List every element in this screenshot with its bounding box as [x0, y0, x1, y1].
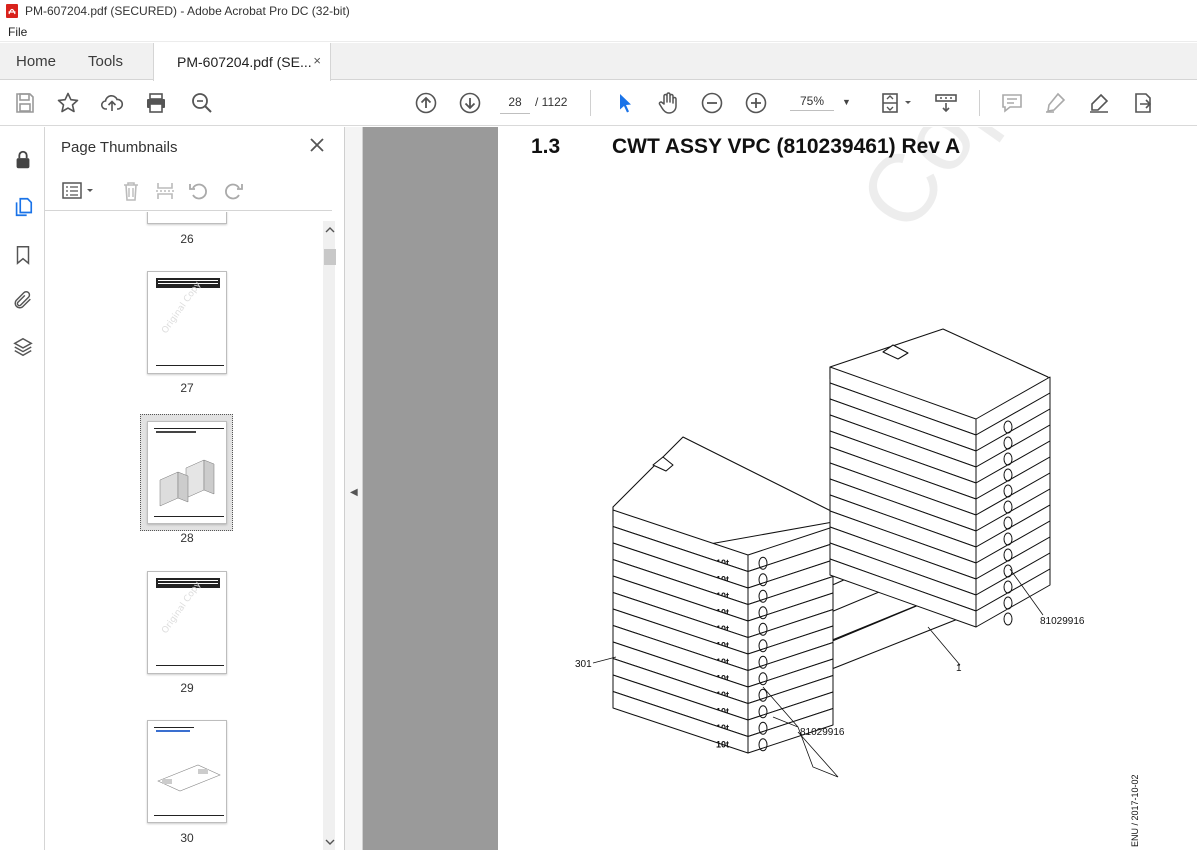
panel-toolbar [45, 171, 332, 211]
tab-bar: Home Tools PM-607204.pdf (SE... × [0, 43, 1197, 81]
zoom-in-icon[interactable] [743, 90, 769, 116]
export-icon[interactable] [1130, 90, 1156, 116]
zoom-out-icon[interactable] [699, 90, 725, 116]
highlight-icon[interactable] [1042, 90, 1068, 116]
layers-icon[interactable] [10, 334, 36, 360]
upload-icon[interactable] [99, 90, 125, 116]
star-icon[interactable] [55, 90, 81, 116]
collapse-left-icon: ◀ [350, 487, 358, 498]
comment-icon[interactable] [999, 90, 1025, 116]
pdf-page: 1.3 CWT ASSY VPC (810239461) Rev A Copy [498, 127, 1197, 850]
menu-bar: File [0, 22, 1197, 42]
bookmark-icon[interactable] [10, 242, 36, 268]
document-footer-code: ENU / 2017-10-02 [1130, 774, 1140, 847]
tab-document[interactable]: PM-607204.pdf (SE... × [153, 43, 331, 81]
tab-home[interactable]: Home [16, 43, 56, 80]
title-bar: PM-607204.pdf (SECURED) - Adobe Acrobat … [0, 0, 1197, 22]
chain-link [1003, 612, 1013, 626]
save-icon[interactable] [12, 90, 38, 116]
thumbnail-page[interactable] [147, 212, 227, 224]
panel-title: Page Thumbnails [61, 139, 178, 156]
page-thumbnails-panel: Page Thumbnails 26 Original Copy 27 28 O… [45, 127, 345, 850]
thumbnail-label: 27 [180, 381, 194, 395]
acrobat-window: PM-607204.pdf (SECURED) - Adobe Acrobat … [0, 0, 1197, 850]
callout-81029916-bottom: 81029916 [800, 727, 845, 738]
prev-page-icon[interactable] [413, 90, 439, 116]
toolbar-separator [979, 90, 980, 116]
zoom-search-icon[interactable] [189, 90, 215, 116]
scrolling-icon[interactable] [933, 90, 959, 116]
window-title: PM-607204.pdf (SECURED) - Adobe Acrobat … [25, 4, 350, 18]
callout-301: 301 [575, 659, 592, 670]
thumbnail-label: 29 [180, 681, 194, 695]
scrollbar-thumb[interactable] [324, 249, 336, 265]
close-icon[interactable] [307, 135, 327, 155]
sign-icon[interactable] [1086, 90, 1112, 116]
fit-page-icon[interactable] [877, 90, 917, 116]
toolbar-separator [590, 90, 591, 116]
tab-document-label: PM-607204.pdf (SE... [177, 54, 312, 70]
main-toolbar [0, 81, 1197, 126]
thumbnail-label: 30 [180, 831, 194, 845]
thumbnail-page[interactable]: Original Copy [147, 571, 227, 674]
delete-icon[interactable] [119, 179, 143, 203]
left-rail [0, 127, 45, 850]
rotate-right-icon[interactable] [221, 179, 245, 203]
thumbnail-label: 26 [180, 232, 194, 246]
extract-icon[interactable] [153, 179, 177, 203]
zoom-select[interactable]: 75% ▼ [790, 90, 860, 114]
thumbnail-page[interactable]: Original Copy [147, 271, 227, 374]
attachment-icon[interactable] [10, 287, 36, 313]
callout-81029916-right: 81029916 [1040, 616, 1085, 627]
counterweight-assembly-drawing: 10t10t10t10t10t10t10t10t10t10t10t10t [592, 328, 1051, 778]
page-number-input[interactable]: 28 [500, 90, 530, 114]
tab-close-icon[interactable]: × [313, 53, 321, 68]
panel-collapse-handle[interactable]: ◀ [345, 127, 363, 850]
pdf-app-icon [6, 4, 18, 18]
page-total: / 1122 [535, 95, 568, 109]
weight-label: 10t [716, 740, 729, 750]
thumbnail-options-icon[interactable] [61, 179, 97, 203]
zoom-value: 75% [790, 94, 834, 111]
next-page-icon[interactable] [457, 90, 483, 116]
callout-1: 1 [956, 663, 962, 674]
thumbnail-page[interactable] [147, 720, 227, 823]
document-view[interactable]: 1.3 CWT ASSY VPC (810239461) Rev A Copy [363, 127, 1197, 850]
thumbnail-list: 26 Original Copy 27 28 Original Copy 29 … [45, 212, 322, 850]
rotate-left-icon[interactable] [187, 179, 211, 203]
menu-file[interactable]: File [0, 25, 35, 39]
lock-icon[interactable] [10, 147, 36, 173]
thumbnail-page-selected[interactable] [147, 421, 227, 524]
pages-icon[interactable] [10, 194, 36, 220]
thumbnail-label: 28 [180, 531, 194, 545]
select-cursor-icon[interactable] [612, 90, 638, 116]
hand-icon[interactable] [655, 90, 681, 116]
thumbnail-scrollbar[interactable] [323, 221, 336, 850]
print-icon[interactable] [143, 90, 169, 116]
tab-tools[interactable]: Tools [88, 43, 123, 80]
chevron-down-icon: ▼ [842, 97, 851, 107]
scroll-down-icon[interactable] [324, 837, 336, 847]
scroll-up-icon[interactable] [324, 225, 336, 235]
